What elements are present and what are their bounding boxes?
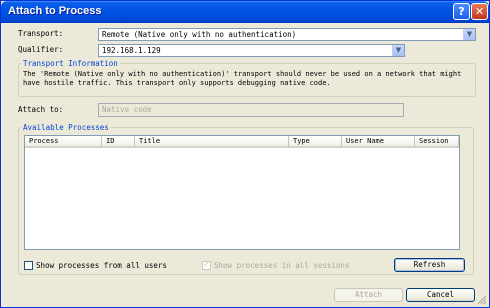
- show-all-sessions-checkbox: ✓: [202, 260, 211, 270]
- qualifier-dropdown[interactable]: 192.168.1.129 ▼: [98, 44, 405, 57]
- chevron-down-icon[interactable]: ▼: [392, 45, 404, 56]
- column-id[interactable]: ID: [102, 136, 135, 148]
- available-processes-title: Available Processes: [21, 123, 111, 132]
- column-title[interactable]: Title: [135, 136, 289, 148]
- checkmark-icon: ✓: [203, 260, 210, 269]
- close-button[interactable]: ✕: [471, 3, 488, 20]
- show-all-sessions-label: Show processes in all sessions: [214, 261, 350, 270]
- close-icon: ✕: [474, 5, 485, 18]
- transport-dropdown[interactable]: Remote (Native only with no authenticati…: [98, 28, 476, 41]
- show-all-users-checkbox[interactable]: [24, 261, 33, 270]
- column-process[interactable]: Process: [25, 136, 102, 148]
- title-bar[interactable]: Attach to Process ? ✕: [1, 1, 489, 23]
- attach-to-process-dialog: Attach to Process ? ✕ Transport: Remote …: [0, 0, 490, 308]
- transport-information-group: Transport Information The 'Remote (Nativ…: [18, 59, 476, 97]
- chevron-down-icon[interactable]: ▼: [463, 29, 475, 40]
- transport-value: Remote (Native only with no authenticati…: [102, 30, 297, 39]
- column-session[interactable]: Session: [415, 136, 459, 148]
- transport-information-title: Transport Information: [21, 59, 120, 68]
- available-processes-group: Available Processes Process ID Title Typ…: [18, 123, 474, 275]
- refresh-button[interactable]: Refresh: [394, 258, 465, 272]
- transport-label: Transport:: [18, 29, 64, 38]
- column-type[interactable]: Type: [289, 136, 342, 148]
- resize-grip-icon[interactable]: [477, 295, 487, 305]
- help-icon: ?: [458, 5, 465, 18]
- column-user-name[interactable]: User Name: [342, 136, 415, 148]
- attach-to-field: Native code: [98, 103, 404, 117]
- help-button[interactable]: ?: [453, 3, 470, 20]
- qualifier-value: 192.168.1.129: [102, 46, 161, 55]
- cancel-button[interactable]: Cancel: [406, 288, 475, 302]
- transport-warning-line-1: The 'Remote (Native only with no authent…: [23, 70, 462, 78]
- process-list[interactable]: Process ID Title Type User Name Session: [24, 135, 460, 250]
- dialog-title: Attach to Process: [8, 5, 102, 17]
- attach-to-label: Attach to:: [18, 105, 64, 114]
- show-all-users-label[interactable]: Show processes from all users: [36, 261, 167, 270]
- qualifier-label: Qualifier:: [18, 45, 64, 54]
- transport-warning-line-2: have hostile traffic. This transport onl…: [23, 79, 331, 87]
- attach-to-value: Native code: [102, 105, 152, 114]
- attach-button: Attach: [334, 288, 403, 302]
